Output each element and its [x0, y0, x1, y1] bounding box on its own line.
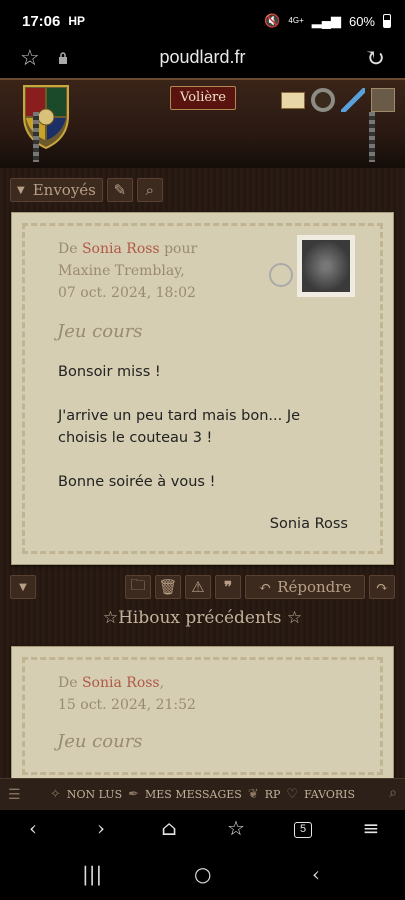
system-nav-bar: ||| ○ ‹ — [0, 850, 405, 900]
battery-icon — [383, 14, 391, 28]
folder-toolbar: ▼ Envoyés ✎ ⌕ — [10, 178, 163, 204]
heart-icon: ♡ — [286, 787, 299, 802]
letter-date: 07 oct. 2024, 18:02 — [58, 285, 196, 301]
folder-label: Envoyés — [32, 181, 96, 199]
carrier-icon: HP — [68, 14, 86, 28]
pencil-icon: ✎ — [113, 181, 127, 199]
sparkle-icon: ✧ — [49, 787, 61, 802]
right-chain — [369, 112, 375, 162]
forward-icon[interactable]: › — [86, 816, 116, 840]
postmark-icon — [269, 263, 293, 287]
status-time: 17:06 — [22, 12, 61, 30]
search-icon: ⌕ — [145, 181, 155, 199]
tabs-icon[interactable]: 5 — [294, 822, 312, 838]
report-button[interactable]: ⚠ — [185, 575, 211, 599]
forward-arrow-icon: ↷ — [375, 578, 389, 596]
previous-letter-subject: Jeu cours — [57, 731, 143, 752]
actions-dropdown[interactable]: ▼ — [10, 575, 36, 599]
bookmarks-icon[interactable]: ☆ — [221, 816, 251, 840]
book-icon[interactable] — [371, 88, 395, 112]
from-prefix: De — [58, 675, 78, 691]
site-bottom-nav: ☰ ✧ NON LUS ✒ MES MESSAGES ❦ RP ♡ FAVORI… — [0, 778, 405, 810]
quill-icon: ✒ — [128, 787, 140, 802]
back-icon[interactable]: ‹ — [18, 816, 48, 840]
move-folder-button[interactable]: 🗀 — [125, 575, 151, 599]
browser-url-bar: ☆ poudlard.fr ↻ — [0, 42, 405, 78]
sender-link[interactable]: Sonia Ross — [82, 241, 160, 257]
letter-actions: ▼ 🗀 🗑 ⚠ ❞ ↶ Répondre ↷ — [10, 575, 395, 601]
signal-icon: ▂▄▆ — [311, 13, 341, 28]
network-label: 4G+ — [288, 16, 304, 25]
caret-down-icon: ▼ — [17, 184, 25, 196]
letter-body: Bonsoir miss ! J'arrive un peu tard mais… — [58, 361, 353, 515]
nav-mes-messages[interactable]: MES MESSAGES — [145, 788, 242, 801]
reload-icon[interactable]: ↻ — [365, 44, 385, 72]
mute-icon: 🔇 — [264, 13, 281, 28]
url-text[interactable]: poudlard.fr — [0, 47, 405, 68]
hogwarts-crest-logo[interactable] — [18, 80, 74, 150]
caret-down-icon: ▼ — [19, 581, 27, 593]
body-paragraph: J'arrive un peu tard mais bon... Je choi… — [58, 408, 301, 446]
browser-nav-bar: ‹ › ⌂ ☆ 5 ≡ — [0, 810, 405, 850]
previous-letter-meta: De Sonia Ross, 15 oct. 2024, 21:52 — [58, 672, 196, 716]
letter-card: De Sonia Ross pour Maxine Tremblay, 07 o… — [11, 212, 394, 565]
reply-label: Répondre — [277, 578, 352, 596]
folder-dropdown[interactable]: ▼ Envoyés — [10, 178, 103, 202]
postage-stamp — [297, 235, 355, 297]
recent-apps-icon[interactable]: ||| — [82, 862, 102, 886]
previous-letter-card[interactable]: De Sonia Ross, 15 oct. 2024, 21:52 Jeu c… — [11, 646, 394, 786]
forward-button[interactable]: ↷ — [369, 575, 395, 599]
sender-suffix: , — [159, 675, 165, 691]
quote-button[interactable]: ❞ — [215, 575, 241, 599]
previous-letter-date: 15 oct. 2024, 21:52 — [58, 697, 196, 713]
stamp-image — [302, 240, 350, 292]
battery-percent: 60% — [348, 13, 375, 29]
recipient-name: Maxine Tremblay, — [58, 263, 185, 279]
home-button-icon[interactable]: ○ — [194, 862, 211, 886]
warning-icon: ⚠ — [191, 578, 205, 596]
nav-rp[interactable]: RP — [265, 788, 281, 801]
letter-meta: De Sonia Ross pour Maxine Tremblay, 07 o… — [58, 238, 197, 304]
body-paragraph: Bonsoir miss ! — [58, 364, 161, 380]
letter-signature: Sonia Ross — [269, 516, 348, 532]
quote-icon: ❞ — [223, 578, 233, 596]
body-paragraph: Bonne soirée à vous ! — [58, 474, 216, 490]
quill-icon[interactable] — [341, 88, 365, 112]
nav-non-lus[interactable]: NON LUS — [67, 788, 122, 801]
folder-move-icon: 🗀 — [130, 575, 146, 594]
reply-arrow-icon: ↶ — [258, 578, 272, 596]
feather-icon: ❦ — [247, 787, 259, 802]
envelope-icon[interactable] — [281, 92, 305, 109]
trash-icon: 🗑 — [158, 578, 178, 596]
previous-owls-heading: ☆Hiboux précédents ☆ — [102, 608, 303, 628]
nav-favoris[interactable]: FAVORIS — [304, 788, 355, 801]
search-button[interactable]: ⌕ — [136, 178, 163, 202]
from-prefix: De — [58, 241, 78, 257]
left-chain — [33, 112, 39, 162]
search-icon[interactable]: ⌕ — [389, 785, 397, 801]
reply-button[interactable]: ↶ Répondre — [245, 575, 365, 599]
letter-subject: Jeu cours — [57, 321, 143, 342]
compose-button[interactable]: ✎ — [106, 178, 133, 202]
status-bar: 17:06 HP 🔇 4G+ ▂▄▆ 60% — [0, 0, 405, 42]
home-icon[interactable]: ⌂ — [154, 816, 184, 840]
menu-icon[interactable]: ≡ — [356, 816, 386, 840]
voliere-title-badge[interactable]: Volière — [170, 86, 236, 110]
delete-button[interactable]: 🗑 — [155, 575, 181, 599]
menu-icon[interactable]: ☰ — [8, 787, 21, 803]
for-word: pour — [164, 241, 198, 257]
back-button-icon[interactable]: ‹ — [312, 862, 320, 886]
sender-link[interactable]: Sonia Ross — [82, 675, 160, 691]
ring-icon[interactable] — [311, 88, 335, 112]
